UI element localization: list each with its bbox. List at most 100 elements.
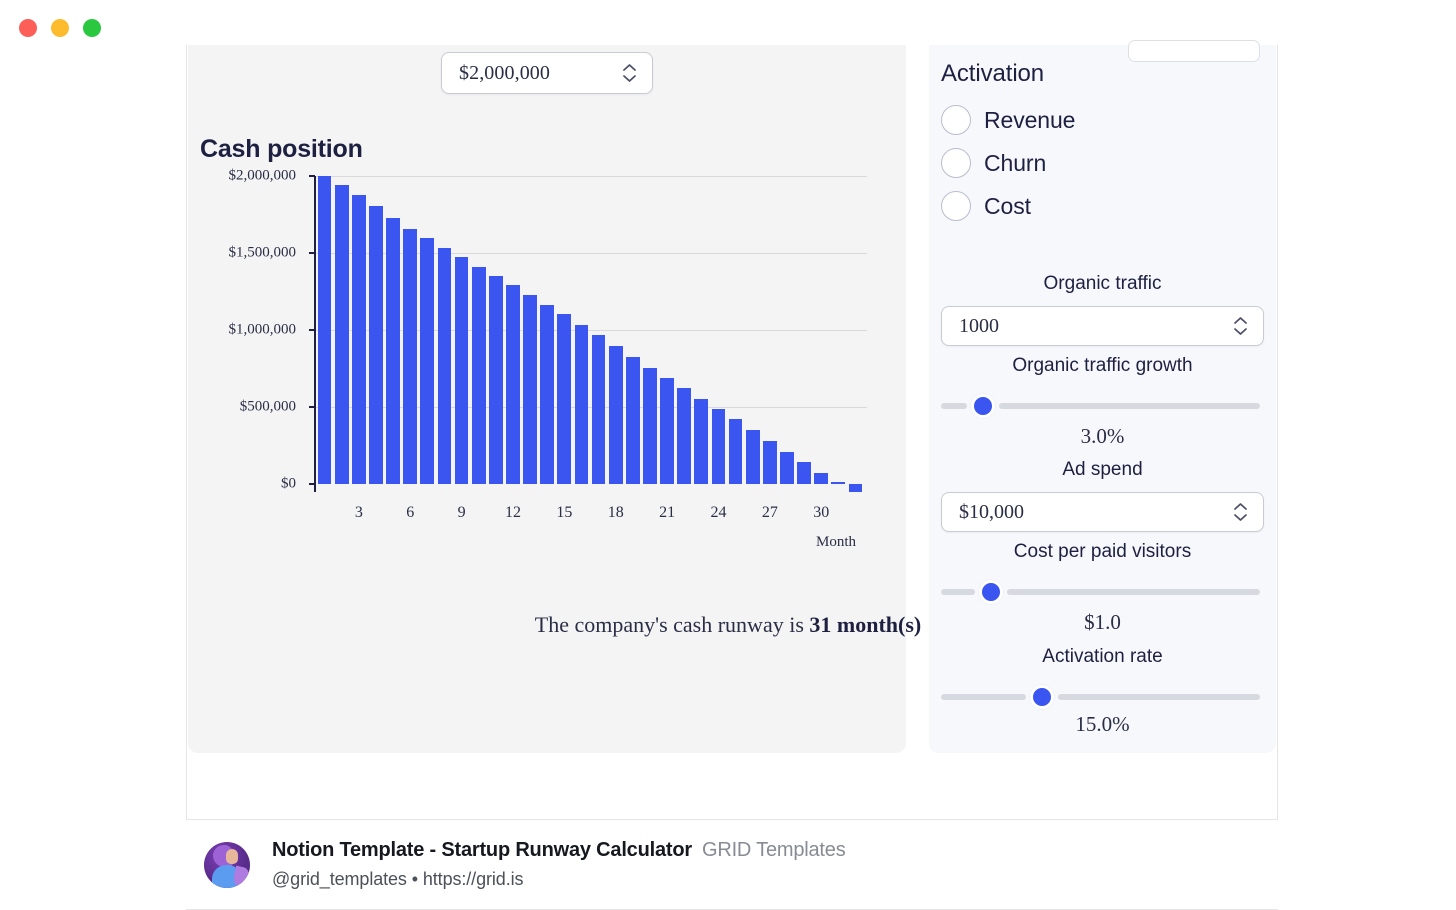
label-activation-rate: Activation rate xyxy=(1042,646,1163,667)
y-axis-tick-label: $1,000,000 xyxy=(228,321,297,338)
avatar-head xyxy=(226,848,238,864)
avatar xyxy=(204,841,250,888)
chevron-up-icon xyxy=(1233,503,1247,510)
slider-track-left xyxy=(941,694,1026,700)
stepper-arrows[interactable] xyxy=(1227,502,1253,522)
maximize-window-button[interactable] xyxy=(83,19,101,37)
chart-bar xyxy=(420,238,435,484)
radio-label-churn: Churn xyxy=(984,149,1047,176)
radio-label-revenue: Revenue xyxy=(984,106,1076,133)
y-axis-tick-label: $500,000 xyxy=(239,398,296,415)
value-ad-spend[interactable]: $10,000 xyxy=(942,501,1227,524)
cash-position-bar-chart: $2,000,000 $1,500,000 $1,000,000 $500,000 $0… xyxy=(188,45,906,605)
chart-bar xyxy=(591,335,606,484)
radio-circle-icon[interactable] xyxy=(941,105,971,135)
chart-bar xyxy=(471,266,486,484)
app-root: $2,000,000 Cash position $2,000,000 $1,50… xyxy=(0,0,1456,910)
chart-bar xyxy=(317,176,332,484)
footer-meta: @grid_templates • https://grid.is xyxy=(272,869,846,890)
clipped-input-above[interactable] xyxy=(1128,40,1260,62)
y-axis-tick-label: $0 xyxy=(281,475,296,492)
chart-bar xyxy=(488,276,503,484)
x-axis-title: Month xyxy=(816,534,857,550)
footer-url[interactable]: https://grid.is xyxy=(423,869,524,889)
stepper-arrows[interactable] xyxy=(1227,316,1253,336)
chart-bar xyxy=(557,313,572,484)
chart-bar xyxy=(403,229,418,484)
x-axis-tick-label: 27 xyxy=(761,504,778,521)
x-axis-tick-label: 9 xyxy=(457,504,466,521)
chart-bar xyxy=(506,285,520,484)
value-organic-traffic-growth: 3.0% xyxy=(1080,424,1125,448)
chart-bar xyxy=(608,346,623,484)
chart-bar xyxy=(574,324,589,484)
x-axis-tick-label: 12 xyxy=(504,504,521,521)
slider-thumb[interactable] xyxy=(1029,685,1054,709)
radio-option-revenue[interactable]: Revenue xyxy=(941,105,1075,135)
x-axis-tick-label: 6 xyxy=(406,504,415,521)
radio-circle-icon[interactable] xyxy=(941,148,971,178)
radio-label-cost: Cost xyxy=(984,192,1031,219)
label-organic-traffic: Organic traffic xyxy=(1043,273,1162,294)
y-axis-labels: $2,000,000 $1,500,000 $1,000,000 $500,000 $0 xyxy=(188,45,297,605)
y-axis-tick-label: $2,000,000 xyxy=(228,167,297,184)
chevron-down-icon xyxy=(1233,514,1247,521)
chart-bar xyxy=(762,440,777,484)
slider-thumb[interactable] xyxy=(979,580,1004,604)
chart-bar xyxy=(711,408,726,484)
slider-activation-rate[interactable] xyxy=(941,685,1260,709)
chart-bar xyxy=(797,462,811,484)
footer-handle[interactable]: @grid_templates xyxy=(272,869,407,889)
chart-bar xyxy=(386,217,400,484)
slider-cost-per-paid-visitors[interactable] xyxy=(941,580,1260,604)
slider-thumb[interactable] xyxy=(970,394,995,418)
input-ad-spend[interactable]: $10,000 xyxy=(941,492,1264,532)
slider-track-right xyxy=(998,403,1260,409)
label-organic-traffic-growth: Organic traffic growth xyxy=(1012,355,1193,376)
avatar-accent xyxy=(232,865,250,888)
footer-title: Notion Template - Startup Runway Calcula… xyxy=(272,839,692,861)
chart-bar xyxy=(780,451,794,484)
footer-separator: • xyxy=(411,869,418,889)
chart-bar xyxy=(728,419,743,484)
chart-bar xyxy=(643,367,657,484)
input-organic-traffic[interactable]: 1000 xyxy=(941,306,1264,346)
radio-circle-icon[interactable] xyxy=(941,191,971,221)
chart-bar xyxy=(745,430,760,484)
chart-bar xyxy=(334,185,349,484)
value-cost-per-paid-visitors: $1.0 xyxy=(1084,610,1121,634)
y-axis-tick-label: $1,500,000 xyxy=(228,244,297,261)
slider-track-right xyxy=(1057,694,1260,700)
chart-bar xyxy=(454,256,469,484)
minimize-window-button[interactable] xyxy=(51,19,69,37)
value-activation-rate: 15.0% xyxy=(1075,712,1130,736)
chevron-up-icon xyxy=(1233,317,1247,324)
radio-option-churn[interactable]: Churn xyxy=(941,148,1046,178)
x-axis-tick-label: 15 xyxy=(556,504,573,521)
slider-track-left xyxy=(941,403,967,409)
label-cost-per-paid-visitors: Cost per paid visitors xyxy=(1013,541,1192,562)
slider-organic-traffic-growth[interactable] xyxy=(941,394,1260,418)
slider-track-right xyxy=(1007,589,1260,595)
runway-months: 31 month(s) xyxy=(809,612,922,637)
x-axis-tick-label: 24 xyxy=(710,504,727,521)
label-ad-spend: Ad spend xyxy=(1062,459,1143,480)
window-traffic-lights xyxy=(19,19,101,37)
close-window-button[interactable] xyxy=(19,19,37,37)
chart-bar xyxy=(848,484,863,493)
x-axis-tick-label: 3 xyxy=(354,504,363,521)
radio-option-cost[interactable]: Cost xyxy=(941,191,1031,221)
chart-bar xyxy=(814,473,829,484)
value-organic-traffic[interactable]: 1000 xyxy=(942,315,1227,338)
chart-bar xyxy=(369,206,383,484)
footer-source: GRID Templates xyxy=(701,839,846,861)
chevron-down-icon xyxy=(1233,328,1247,335)
slider-track-left xyxy=(941,589,976,595)
chart-bar xyxy=(523,294,537,484)
x-axis-tick-label: 18 xyxy=(607,504,624,521)
chart-bar xyxy=(831,482,846,484)
chart-bar xyxy=(351,195,366,484)
x-axis-tick-label: 30 xyxy=(813,504,830,521)
chart-bar xyxy=(437,247,452,484)
activation-section-title: Activation xyxy=(941,60,1045,87)
